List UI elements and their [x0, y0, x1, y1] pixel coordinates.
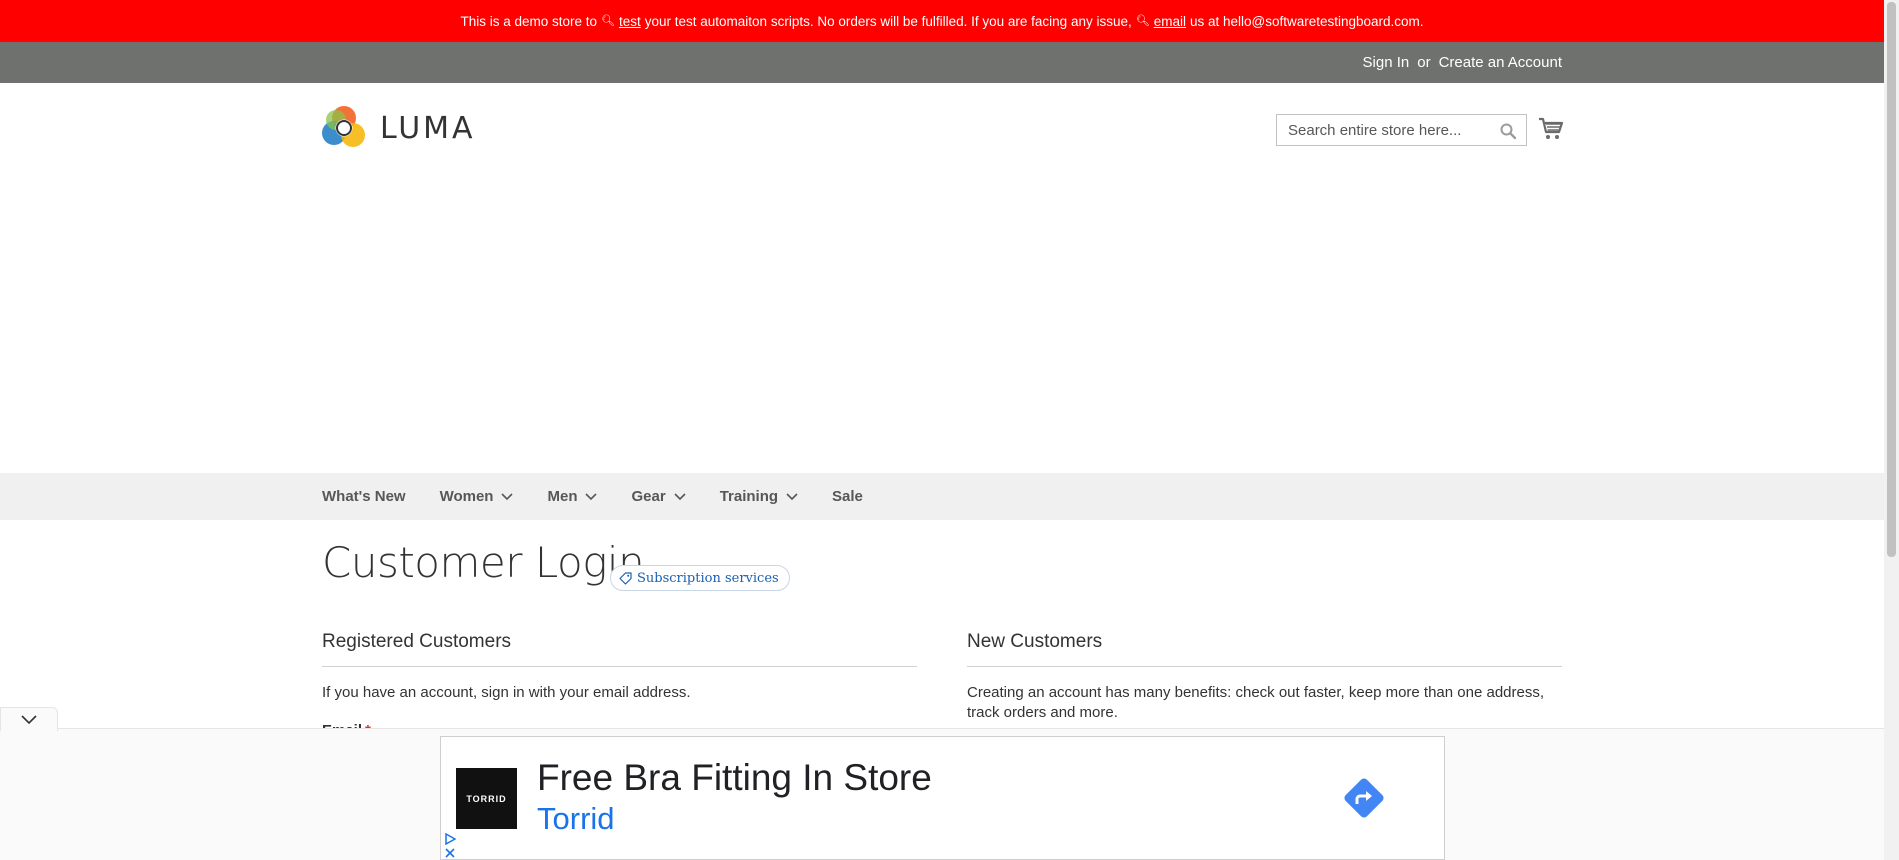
magnifier-icon: 🔍︎	[1135, 14, 1150, 27]
adchoices-icon[interactable]	[444, 833, 456, 845]
nav-item-sale[interactable]: Sale	[832, 488, 863, 505]
search-icon[interactable]	[1499, 122, 1517, 140]
search-input[interactable]	[1286, 116, 1496, 144]
logo-link[interactable]: LUMA	[322, 106, 476, 150]
nav-item-what-s-new[interactable]: What's New	[322, 488, 406, 505]
tag-icon	[619, 571, 632, 585]
ad-advertiser[interactable]: Torrid	[537, 801, 615, 837]
chevron-down-icon	[501, 492, 514, 500]
nav-item-training[interactable]: Training	[720, 488, 798, 505]
nav-item-men[interactable]: Men	[547, 488, 598, 505]
page-title: Customer Login	[322, 538, 645, 587]
logo-text: LUMA	[380, 110, 476, 146]
nav-items: What's New Women Men Gear Training Sale	[322, 473, 897, 520]
chevron-down-icon	[786, 492, 798, 500]
header-links: Sign In or Create an Account	[1363, 42, 1562, 83]
chevron-down-icon	[585, 492, 598, 500]
torrid-logo: TORRID	[456, 768, 517, 829]
registered-divider	[322, 666, 917, 667]
directions-icon[interactable]	[1339, 773, 1389, 823]
demo-notice-test-link[interactable]: test	[619, 14, 641, 29]
chevron-down-icon	[21, 715, 37, 725]
new-customers-divider	[967, 666, 1562, 667]
header-panel: Sign In or Create an Account	[0, 42, 1884, 83]
magnifier-icon: 🔍︎	[601, 14, 615, 27]
new-customers-text: Creating an account has many benefits: c…	[967, 684, 1545, 721]
or-separator: or	[1417, 54, 1431, 71]
luma-logo-icon	[322, 106, 365, 147]
nav-item-label: Men	[547, 488, 578, 505]
registered-customers-text: If you have an account, sign in with you…	[322, 684, 691, 701]
nav-item-label: Women	[439, 488, 494, 505]
main-navigation: What's New Women Men Gear Training Sale	[0, 473, 1884, 520]
demo-notice-text-2: your test automaiton scripts. No orders …	[644, 13, 1132, 29]
ad-banner[interactable]: TORRID Free Bra Fitting In Store Torrid	[440, 736, 1445, 860]
demo-notice-bar: This is a demo store to 🔍︎ test your tes…	[0, 0, 1884, 42]
sign-in-link[interactable]: Sign In	[1363, 54, 1410, 71]
search-box	[1276, 114, 1527, 146]
nav-item-label: Sale	[832, 488, 863, 505]
demo-notice-text-3: us at hello@softwaretestingboard.com.	[1189, 13, 1424, 29]
shopping-cart-icon[interactable]	[1538, 116, 1564, 142]
demo-notice-text-1: This is a demo store to	[460, 13, 598, 29]
nav-item-label: Training	[719, 488, 779, 505]
nav-item-gear[interactable]: Gear	[631, 488, 686, 505]
nav-item-label: What's New	[322, 488, 406, 505]
registered-customers-title: Registered Customers	[322, 631, 512, 652]
chevron-down-icon	[674, 492, 686, 500]
subscription-services-pill[interactable]: Subscription services	[610, 565, 790, 591]
ad-headline[interactable]: Free Bra Fitting In Store	[537, 757, 932, 799]
subscription-services-label: Subscription services	[637, 570, 779, 586]
close-icon[interactable]	[444, 847, 456, 859]
demo-notice-email-link[interactable]: email	[1154, 14, 1186, 29]
nav-item-women[interactable]: Women	[440, 488, 514, 505]
ad-collapse-toggle[interactable]	[0, 707, 58, 731]
create-account-link[interactable]: Create an Account	[1439, 54, 1562, 71]
new-customers-title: New Customers	[967, 631, 1103, 652]
scrollbar-thumb[interactable]	[1887, 2, 1896, 557]
page-scrollbar[interactable]	[1884, 0, 1899, 860]
nav-item-label: Gear	[631, 488, 666, 505]
